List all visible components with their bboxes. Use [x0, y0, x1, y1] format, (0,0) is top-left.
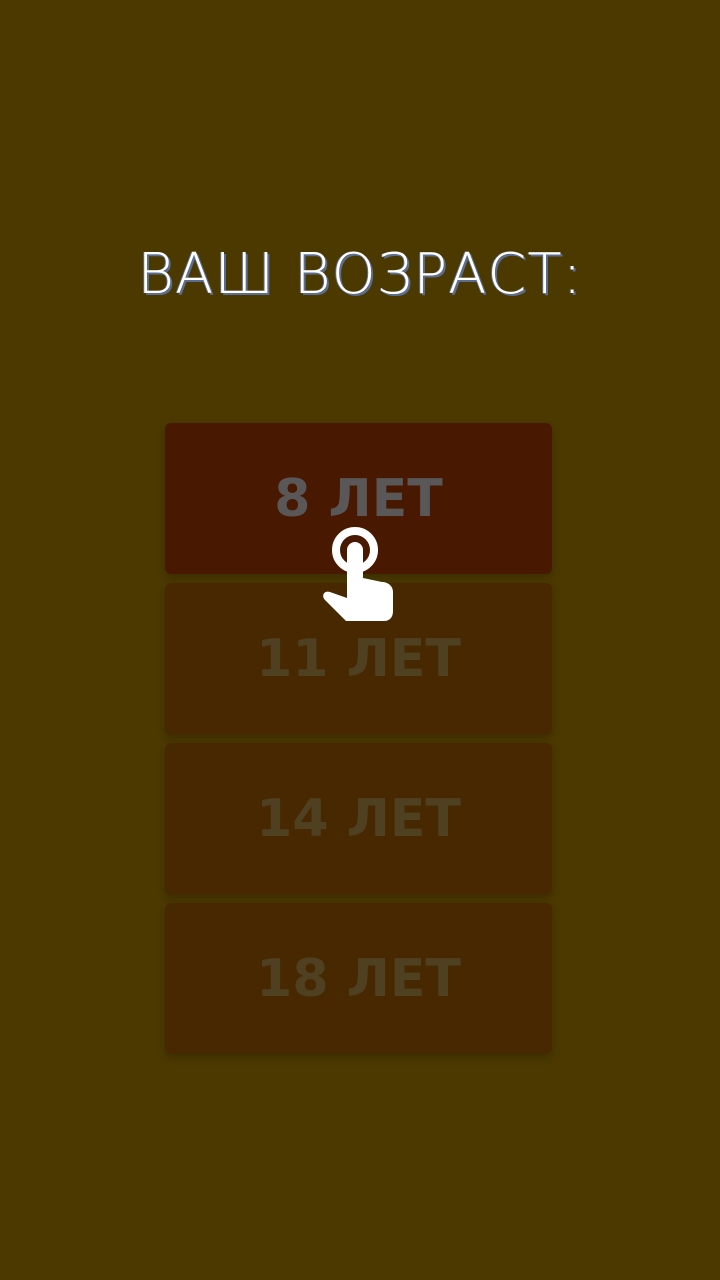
age-select-screen: ВАШ ВОЗРАСТ: 8 ЛЕТ 11 ЛЕТ 14 ЛЕТ 18 ЛЕТ — [0, 0, 720, 1280]
age-options-list: 8 ЛЕТ 11 ЛЕТ 14 ЛЕТ 18 ЛЕТ — [165, 423, 552, 1063]
page-title: ВАШ ВОЗРАСТ: — [137, 242, 583, 307]
age-option-14[interactable]: 14 ЛЕТ — [165, 743, 552, 895]
age-option-18[interactable]: 18 ЛЕТ — [165, 903, 552, 1054]
tap-hand-icon — [323, 527, 393, 621]
